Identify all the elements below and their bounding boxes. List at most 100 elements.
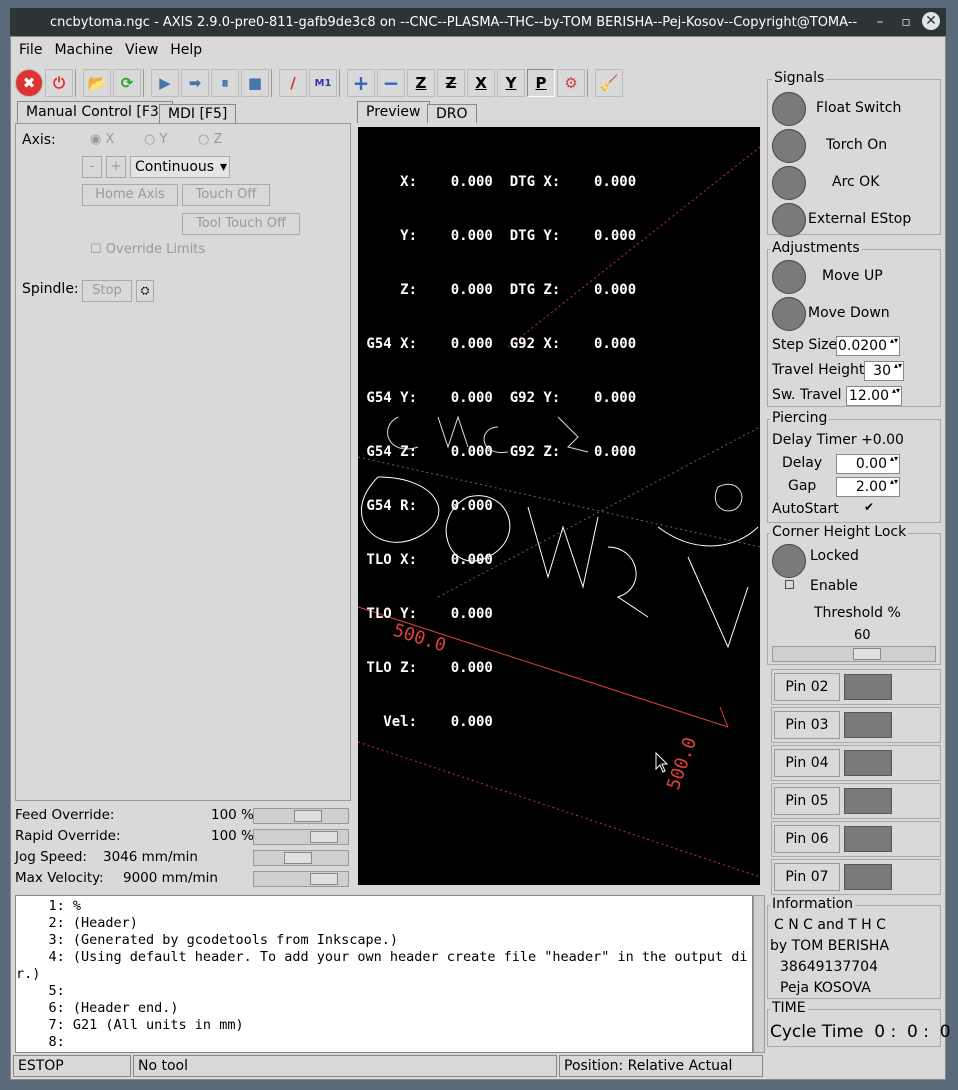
zoom-in-icon[interactable]: +: [347, 69, 375, 97]
torch-on-label: Torch On: [826, 137, 888, 153]
gap-spinbox[interactable]: 2.00: [836, 477, 900, 497]
block-delete-icon[interactable]: /: [279, 69, 307, 97]
pin-05-button[interactable]: Pin 05: [774, 787, 840, 815]
locked-label: Locked: [810, 548, 859, 564]
rapid-override-thumb[interactable]: [310, 831, 338, 843]
threshold-thumb[interactable]: [853, 648, 881, 660]
torch-on-led: [772, 129, 806, 163]
menu-machine[interactable]: Machine: [54, 42, 113, 58]
open-icon[interactable]: 📂: [83, 69, 111, 97]
preview-canvas[interactable]: 500.0 500.0 X: 0.000 DTG X: 0.000 Y: 0.0…: [358, 127, 760, 885]
tool-touch-off-button[interactable]: Tool Touch Off: [182, 213, 300, 235]
reload-icon[interactable]: ⟳: [113, 69, 141, 97]
maximize-icon[interactable]: ▫: [896, 12, 916, 32]
arc-ok-label: Arc OK: [832, 174, 880, 190]
autostart-checkbox[interactable]: ✔: [864, 500, 874, 514]
pause-icon[interactable]: ⏸: [211, 69, 239, 97]
gcode-line: 6: (Header end.): [16, 1000, 179, 1016]
gcode-line: 3: (Generated by gcodetools from Inkscap…: [16, 932, 399, 948]
axis-x-label: X: [105, 132, 115, 147]
adjustments-title: Adjustments: [770, 240, 862, 256]
toolbar-separator: [339, 69, 345, 97]
estop-icon[interactable]: ✖: [15, 69, 43, 97]
rapid-override-slider[interactable]: [253, 829, 349, 845]
spindle-brake-icon[interactable]: ⛭: [136, 280, 154, 302]
sw-travel-spinbox[interactable]: 12.00: [846, 386, 902, 406]
jog-minus-button[interactable]: -: [82, 156, 102, 178]
gcode-scrollbar[interactable]: [753, 895, 765, 1053]
dro-line: G54 R: 0.000: [358, 498, 493, 514]
touch-off-button[interactable]: Touch Off: [182, 184, 270, 206]
power-icon[interactable]: ⏻: [45, 69, 73, 97]
rotate-icon[interactable]: ⚙: [557, 69, 585, 97]
move-down-button[interactable]: [772, 297, 806, 331]
gap-label: Gap: [788, 478, 817, 494]
pin-row: Pin 03: [771, 707, 941, 743]
info-line: 38649137704: [780, 959, 878, 975]
close-icon[interactable]: ✕: [922, 12, 940, 30]
toolbar-separator: [143, 69, 149, 97]
jog-speed-thumb[interactable]: [284, 852, 312, 864]
tab-preview[interactable]: Preview: [357, 101, 430, 123]
tab-manual-control[interactable]: Manual Control [F3]: [17, 101, 174, 123]
enable-label: Enable: [810, 578, 858, 594]
home-axis-button[interactable]: Home Axis: [82, 184, 178, 206]
axis-radio-z[interactable]: ○ Z: [198, 132, 222, 147]
jog-speed-slider[interactable]: [253, 850, 349, 866]
menu-file[interactable]: File: [19, 42, 42, 58]
tab-mdi[interactable]: MDI [F5]: [159, 104, 237, 123]
minimize-icon[interactable]: –: [870, 12, 890, 32]
info-line: C N C and T H C: [774, 917, 886, 933]
dro-line: Z: 0.000 DTG Z: 0.000: [358, 282, 637, 298]
feed-override-slider[interactable]: [253, 808, 349, 824]
menu-view[interactable]: View: [125, 42, 158, 58]
float-switch-label: Float Switch: [816, 100, 902, 116]
jog-plus-button[interactable]: +: [106, 156, 126, 178]
tab-dro[interactable]: DRO: [427, 104, 477, 123]
stop-icon[interactable]: ■: [241, 69, 269, 97]
piercing-title: Piercing: [770, 410, 830, 426]
menu-help[interactable]: Help: [170, 42, 202, 58]
view-y-icon[interactable]: Y: [497, 69, 525, 97]
dro-line: Y: 0.000 DTG Y: 0.000: [358, 228, 637, 244]
optional-stop-icon[interactable]: M1: [309, 69, 337, 97]
override-limits-checkbox[interactable]: ☐ Override Limits: [90, 242, 205, 257]
sw-travel-label: Sw. Travel: [772, 387, 842, 403]
pin-03-button[interactable]: Pin 03: [774, 711, 840, 739]
spindle-stop-button[interactable]: Stop: [82, 280, 132, 302]
view-p-icon[interactable]: P: [527, 69, 555, 97]
feed-override-value: 100 %: [211, 807, 254, 823]
pin-02-button[interactable]: Pin 02: [774, 673, 840, 701]
axis-radio-x[interactable]: ◉ X: [90, 132, 114, 147]
zoom-out-icon[interactable]: −: [377, 69, 405, 97]
delay-spinbox[interactable]: 0.00: [836, 454, 900, 474]
travel-height-spinbox[interactable]: 30: [864, 361, 904, 381]
step-icon[interactable]: ➡: [181, 69, 209, 97]
dimension-tick: [719, 706, 729, 728]
run-icon[interactable]: ▶: [151, 69, 179, 97]
max-velocity-slider[interactable]: [253, 871, 349, 887]
gcode-line: 5:: [16, 983, 65, 999]
threshold-slider[interactable]: [772, 646, 936, 662]
feed-override-thumb[interactable]: [294, 810, 322, 822]
view-x-icon[interactable]: X: [467, 69, 495, 97]
axis-radio-y[interactable]: ○ Y: [144, 132, 167, 147]
dro-line: TLO Z: 0.000: [358, 660, 493, 676]
jog-mode-select[interactable]: Continuous ▾: [130, 156, 230, 178]
view-z2-icon[interactable]: Z: [437, 69, 465, 97]
enable-checkbox[interactable]: ☐: [784, 578, 795, 592]
pin-04-button[interactable]: Pin 04: [774, 749, 840, 777]
pin-06-button[interactable]: Pin 06: [774, 825, 840, 853]
axis-y-label: Y: [159, 132, 168, 147]
move-up-button[interactable]: [772, 260, 806, 294]
information-title: Information: [770, 896, 856, 912]
view-z-icon[interactable]: Z: [407, 69, 435, 97]
axis-label: Axis:: [22, 132, 56, 148]
step-size-spinbox[interactable]: 0.0200: [836, 336, 900, 356]
max-velocity-thumb[interactable]: [310, 873, 338, 885]
gcode-listing[interactable]: 1: % 2: (Header) 3: (Generated by gcodet…: [15, 895, 753, 1053]
clear-plot-icon[interactable]: 🧹: [595, 69, 623, 97]
arc-ok-led: [772, 166, 806, 200]
toolbar-separator: [271, 69, 277, 97]
pin-07-button[interactable]: Pin 07: [774, 863, 840, 891]
